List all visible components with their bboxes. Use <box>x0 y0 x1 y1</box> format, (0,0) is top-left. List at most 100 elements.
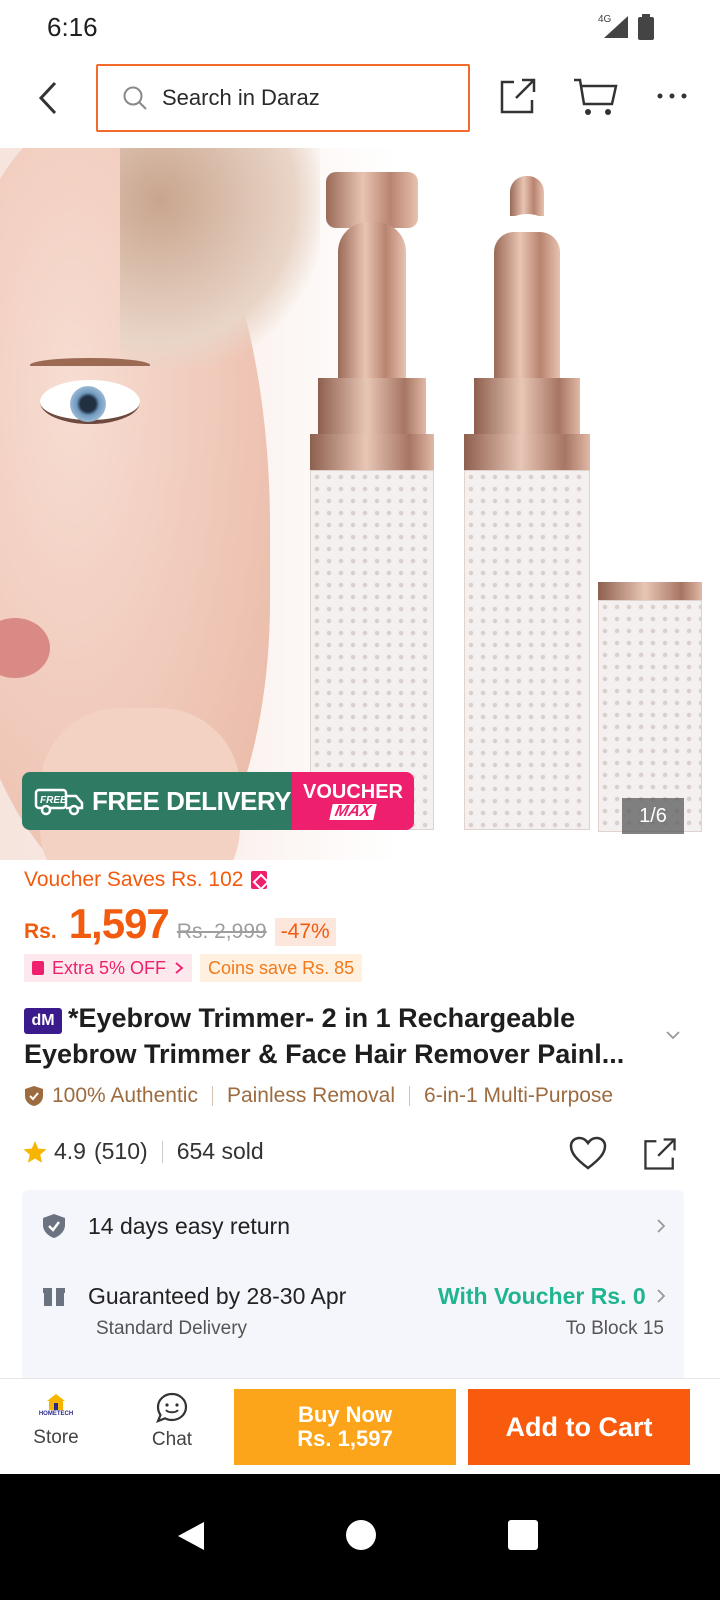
rating-count: (510) <box>93 1138 148 1164</box>
status-time: 6:16 <box>47 12 98 42</box>
shield-check-icon <box>25 1086 43 1106</box>
image-counter: 1/6 <box>622 798 684 834</box>
chevron-right-icon <box>657 1219 666 1233</box>
trimmer-band-lower <box>464 434 590 470</box>
coins-badge: Coins save Rs. 85 <box>200 954 363 982</box>
chevron-down-icon[interactable] <box>662 1024 684 1046</box>
chat-button[interactable]: Chat <box>136 1387 208 1467</box>
feature-authentic: 100% Authentic <box>52 1084 198 1107</box>
promo-badges: Extra 5% OFF Coins save Rs. 85 <box>24 954 363 982</box>
store-label: Store <box>33 1427 79 1448</box>
nav-back-icon[interactable] <box>176 1520 206 1552</box>
product-image-gallery[interactable] <box>0 148 720 860</box>
store-logo: HOMETECH <box>36 1387 76 1423</box>
current-price: 1,597 <box>68 900 170 947</box>
price-currency: Rs. <box>24 920 57 943</box>
battery-icon <box>638 14 654 40</box>
buy-now-label: Buy Now <box>297 1402 393 1427</box>
coins-text: Coins save Rs. 85 <box>208 957 355 978</box>
model-brow <box>30 358 150 372</box>
delivery-type: Standard Delivery <box>96 1318 248 1339</box>
divider <box>211 1086 213 1106</box>
trimmer-band <box>318 378 426 434</box>
more-options-icon[interactable] <box>650 74 694 118</box>
bottom-action-bar: HOMETECH Store Chat Buy Now Rs. 1,597 Ad… <box>0 1378 720 1474</box>
rating-row[interactable]: 4.9 (510) 654 sold <box>22 1138 264 1165</box>
star-icon <box>23 1140 47 1163</box>
feature-tags: 100% Authentic Painless Removal 6-in-1 M… <box>24 1084 613 1108</box>
shield-check-icon <box>43 1214 65 1238</box>
add-to-cart-label: Add to Cart <box>505 1411 653 1442</box>
delivery-voucher: With Voucher Rs. 0 <box>438 1282 646 1309</box>
cart-icon <box>574 78 618 115</box>
trimmer-cap-neck <box>338 222 406 382</box>
extra-off-badge[interactable]: Extra 5% OFF <box>24 954 193 982</box>
delivery-row[interactable]: Guaranteed by 28-30 Apr With Voucher Rs.… <box>42 1280 672 1312</box>
feature-painless: Painless Removal <box>226 1084 396 1107</box>
cap-rim <box>598 582 702 600</box>
truck-icon: FREE <box>34 788 84 816</box>
nav-home-icon[interactable] <box>346 1520 376 1550</box>
sold-count: 654 sold <box>176 1138 264 1164</box>
share-button[interactable] <box>496 74 540 118</box>
return-policy-text: 14 days easy return <box>88 1212 291 1239</box>
chat-label: Chat <box>151 1429 193 1450</box>
chat-icon <box>155 1392 188 1423</box>
trimmer-band-lower <box>310 434 434 470</box>
back-button[interactable] <box>30 78 66 118</box>
return-policy-row[interactable]: 14 days easy return <box>42 1210 672 1242</box>
buy-now-price: Rs. 1,597 <box>297 1426 393 1451</box>
model-iris <box>70 386 106 422</box>
voucher-saves-text: Voucher Saves Rs. 102 <box>24 868 244 891</box>
max-text: MAX <box>329 803 377 820</box>
voucher-icon <box>32 961 44 975</box>
discount-badge: -47% <box>274 918 336 946</box>
trimmer-body <box>464 470 590 830</box>
chevron-left-icon <box>38 81 57 115</box>
price-row: Rs. 1,597 Rs. 2,999 -47% <box>24 900 336 950</box>
store-logo-icon <box>47 1394 65 1410</box>
original-price: Rs. 2,999 <box>176 920 267 943</box>
product-title: dM *Eyebrow Trimmer- 2 in 1 Rechargeable … <box>24 1000 664 1072</box>
free-delivery-voucher-banner: FREE FREE DELIVERY VOUCHER MAX <box>22 772 414 830</box>
hair-shade <box>120 148 320 368</box>
chevron-right-icon <box>175 962 184 974</box>
trimmer-band <box>474 378 580 434</box>
delivery-date: Guaranteed by 28-30 Apr <box>88 1282 347 1309</box>
heart-icon <box>569 1136 607 1170</box>
wishlist-button[interactable] <box>568 1134 608 1174</box>
truck-label: FREE <box>40 795 67 806</box>
brand-badge: dM <box>24 1008 62 1034</box>
extra-off-text: Extra 5% OFF <box>52 957 167 978</box>
model-eye <box>40 380 140 424</box>
package-icon <box>43 1288 65 1306</box>
trimmer-cap-top <box>326 172 418 228</box>
trimmer-neck <box>494 232 560 382</box>
voucher-saves[interactable]: Voucher Saves Rs. 102 <box>24 868 268 892</box>
voucher-max-badge: VOUCHER MAX <box>292 772 414 830</box>
trimmer-cap <box>598 582 702 834</box>
add-to-cart-button[interactable]: Add to Cart <box>468 1389 690 1465</box>
voucher-text: VOUCHER <box>302 781 403 803</box>
buy-now-button[interactable]: Buy Now Rs. 1,597 <box>234 1389 456 1465</box>
feature-multipurpose: 6-in-1 Multi-Purpose <box>424 1084 614 1107</box>
store-button[interactable]: HOMETECH Store <box>20 1387 92 1467</box>
free-delivery-badge: FREE FREE DELIVERY <box>22 772 292 830</box>
trimmer-with-cap <box>306 172 438 832</box>
search-placeholder: Search in Daraz <box>162 85 320 110</box>
network-label: 4G <box>598 14 612 25</box>
trimmer-open <box>462 176 592 836</box>
rating-score: 4.9 <box>54 1138 86 1164</box>
nav-recents-icon[interactable] <box>508 1520 538 1550</box>
divider <box>161 1140 163 1163</box>
share-icon <box>500 78 536 114</box>
system-navigation-bar <box>0 1474 720 1600</box>
product-title-text: *Eyebrow Trimmer- 2 in 1 Rechargeable Ey… <box>24 1003 625 1069</box>
status-bar: 6:16 4G <box>0 0 720 56</box>
trimmer-head <box>510 176 544 216</box>
share-icon <box>644 1138 676 1170</box>
cart-button[interactable] <box>572 74 618 118</box>
search-input[interactable]: Search in Daraz <box>96 64 470 132</box>
share-product-button[interactable] <box>640 1134 680 1174</box>
signal-icon: 4G <box>598 12 630 40</box>
